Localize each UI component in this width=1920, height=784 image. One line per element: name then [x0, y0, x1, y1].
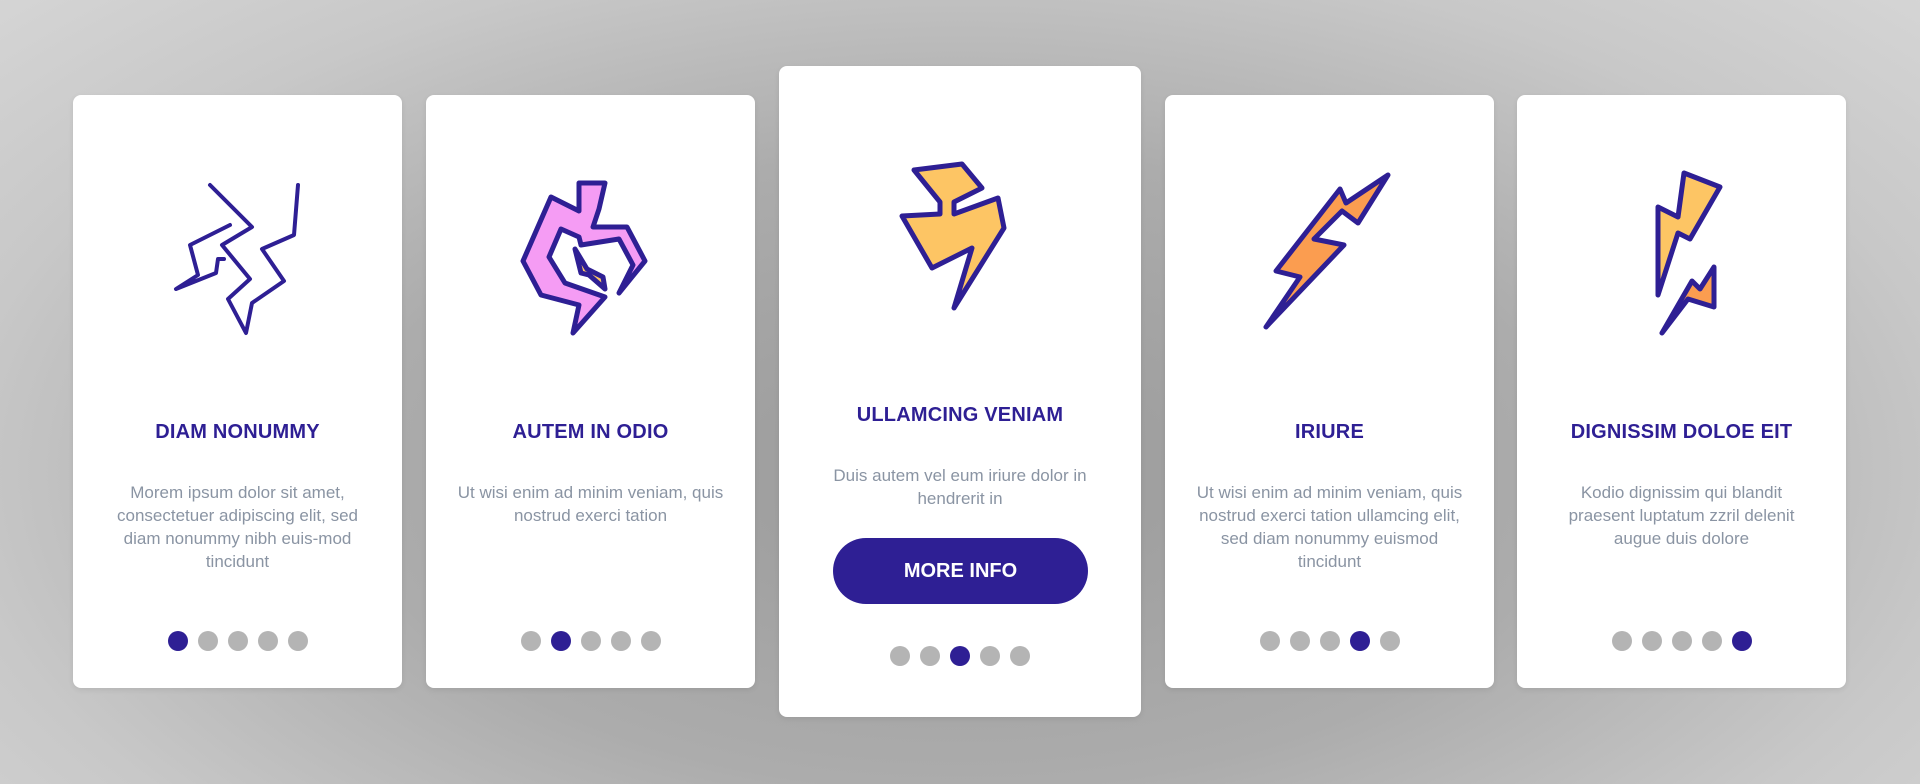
onboarding-card-1: DIAM NONUMMY Morem ipsum dolor sit amet,… — [73, 95, 402, 688]
pagination-dot-2[interactable] — [1289, 631, 1310, 651]
pagination-dot-2[interactable] — [1641, 631, 1662, 651]
card-title: DIGNISSIM DOLOE EIT — [1570, 421, 1793, 443]
more-info-button[interactable]: MORE INFO — [833, 538, 1088, 604]
pagination-dot-1[interactable] — [1611, 631, 1632, 651]
card-description: Duis autem vel eum iriure dolor in hendr… — [833, 466, 1087, 508]
pagination-dot-4[interactable] — [257, 631, 278, 651]
orange-lightning-bolt-icon — [1165, 165, 1494, 345]
pagination-dot-active[interactable] — [167, 631, 188, 651]
pagination-dot-5[interactable] — [287, 631, 308, 651]
card-description: Kodio dignissim qui blandit praesent lup… — [1568, 483, 1795, 548]
pagination-dot-2[interactable] — [197, 631, 218, 651]
pagination-dots — [1517, 631, 1846, 651]
pagination-dot-2[interactable] — [920, 646, 940, 666]
pagination-dot-3[interactable] — [580, 631, 601, 651]
card-title: DIAM NONUMMY — [155, 421, 320, 443]
card-description: Ut wisi enim ad minim veniam, quis nostr… — [1196, 483, 1463, 571]
pagination-dot-3[interactable] — [227, 631, 248, 651]
pagination-dots — [73, 631, 402, 651]
pagination-dot-3[interactable] — [1319, 631, 1340, 651]
pagination-dot-active[interactable] — [1731, 631, 1752, 651]
onboarding-card-3: ULLAMCING VENIAM Duis autem vel eum iriu… — [779, 66, 1141, 717]
pagination-dots — [426, 631, 755, 651]
pagination-dot-1[interactable] — [1259, 631, 1280, 651]
pagination-dot-4[interactable] — [980, 646, 1000, 666]
yellow-lightning-icon — [779, 158, 1141, 338]
double-lightning-icon — [1517, 165, 1846, 345]
card-title: ULLAMCING VENIAM — [856, 404, 1064, 426]
pagination-dot-1[interactable] — [520, 631, 541, 651]
pagination-dot-5[interactable] — [1379, 631, 1400, 651]
pagination-dot-5[interactable] — [640, 631, 661, 651]
onboarding-card-2: AUTEM IN ODIO Ut wisi enim ad minim veni… — [426, 95, 755, 688]
pagination-dots — [1165, 631, 1494, 651]
card-title: AUTEM IN ODIO — [512, 421, 669, 443]
pagination-dot-active[interactable] — [950, 646, 970, 666]
lightning-outline-icon — [73, 165, 402, 345]
pagination-dot-active[interactable] — [1349, 631, 1370, 651]
card-description: Morem ipsum dolor sit amet, consectetuer… — [117, 483, 358, 571]
pagination-dot-3[interactable] — [1671, 631, 1692, 651]
pagination-dot-5[interactable] — [1010, 646, 1030, 666]
card-title: IRIURE — [1295, 421, 1364, 443]
onboarding-card-5: DIGNISSIM DOLOE EIT Kodio dignissim qui … — [1517, 95, 1846, 688]
card-description: Ut wisi enim ad minim veniam, quis nostr… — [457, 483, 724, 525]
circular-lightning-icon — [426, 165, 755, 345]
pagination-dot-4[interactable] — [1701, 631, 1722, 651]
pagination-dot-4[interactable] — [610, 631, 631, 651]
pagination-dot-active[interactable] — [550, 631, 571, 651]
pagination-dots — [779, 646, 1141, 666]
pagination-dot-1[interactable] — [890, 646, 910, 666]
onboarding-card-4: IRIURE Ut wisi enim ad minim veniam, qui… — [1165, 95, 1494, 688]
